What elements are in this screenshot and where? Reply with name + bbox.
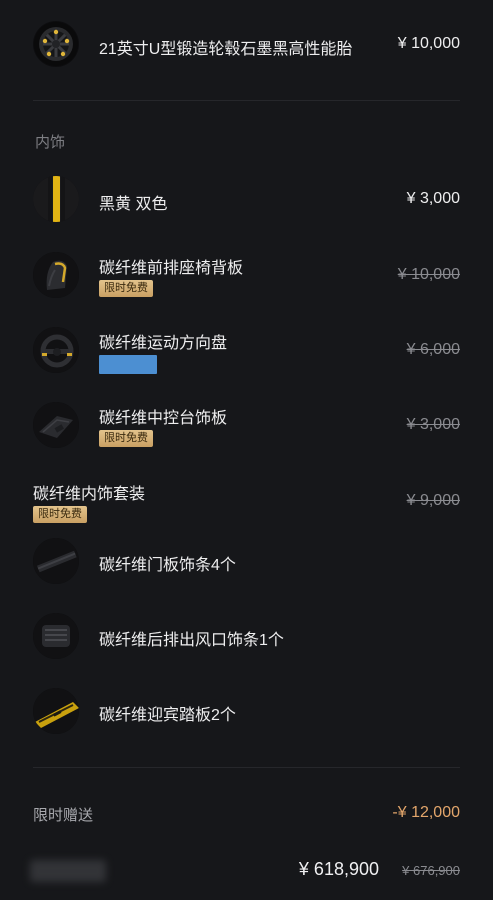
interior-item-title: 黑黄 双色: [99, 196, 168, 213]
limited-free-badge: 限时免费: [33, 506, 87, 523]
steering-wheel-icon: [33, 327, 79, 373]
interior-item-price: ¥ 10,000: [397, 266, 460, 283]
sub-item-title: 碳纤维门板饰条4个: [99, 557, 236, 574]
sill-plate-icon: [33, 688, 79, 734]
gift-row: 限时赠送 -¥ 12,000: [0, 802, 493, 826]
air-vent-icon: [33, 613, 79, 659]
limited-free-badge: 限时免费: [99, 280, 153, 297]
interior-item-price: ¥ 3,000: [406, 416, 460, 433]
interior-item-title: 碳纤维中控台饰板: [99, 410, 228, 427]
wheel-icon: [33, 21, 79, 67]
color-swatch-icon: [33, 176, 79, 222]
package-sub-item: 碳纤维门板饰条4个: [0, 538, 493, 586]
wheel-option-row[interactable]: 21英寸U型锻造轮毂石墨黑高性能胎 ¥ 10,000: [0, 18, 493, 70]
sub-item-title: 碳纤维迎宾踏板2个: [99, 707, 236, 724]
limited-free-badge: 限时免费: [99, 430, 153, 447]
package-sub-item: 碳纤维迎宾踏板2个: [0, 688, 493, 736]
gift-value: -¥ 12,000: [392, 804, 460, 821]
total-row: ¥ 618,900 ¥ 676,900: [0, 856, 493, 886]
door-trim-icon: [33, 538, 79, 584]
sub-item-title: 碳纤维后排出风口饰条1个: [99, 632, 284, 649]
interior-item-color[interactable]: 黑黄 双色 ¥ 3,000: [0, 176, 493, 226]
console-trim-icon: [33, 402, 79, 448]
package-sub-item: 碳纤维后排出风口饰条1个: [0, 613, 493, 661]
original-price: ¥ 676,900: [402, 863, 460, 878]
interior-item-title: 碳纤维运动方向盘: [99, 335, 228, 352]
section-label-interior: 内饰: [35, 134, 66, 151]
package-title: 碳纤维内饰套装: [33, 486, 146, 503]
total-price: ¥ 618,900: [298, 859, 379, 879]
seat-back-icon: [33, 252, 79, 298]
interior-item-price: ¥ 3,000: [406, 190, 460, 207]
interior-item-price: ¥ 6,000: [406, 341, 460, 358]
highlight-bar: [99, 355, 157, 374]
divider: [33, 767, 460, 768]
divider: [33, 100, 460, 101]
blurred-label: [30, 860, 106, 882]
interior-item-title: 碳纤维前排座椅背板: [99, 260, 244, 277]
gift-label: 限时赠送: [33, 807, 94, 824]
interior-item-seat-back[interactable]: 碳纤维前排座椅背板 限时免费 ¥ 10,000: [0, 252, 493, 302]
interior-package[interactable]: 碳纤维内饰套装 限时免费 ¥ 9,000: [0, 478, 493, 528]
interior-item-console[interactable]: 碳纤维中控台饰板 限时免费 ¥ 3,000: [0, 402, 493, 452]
package-price: ¥ 9,000: [406, 492, 460, 509]
wheel-price: ¥ 10,000: [397, 35, 460, 52]
wheel-title: 21英寸U型锻造轮毂石墨黑高性能胎: [99, 41, 353, 58]
interior-item-steering[interactable]: 碳纤维运动方向盘 ¥ 6,000: [0, 327, 493, 377]
